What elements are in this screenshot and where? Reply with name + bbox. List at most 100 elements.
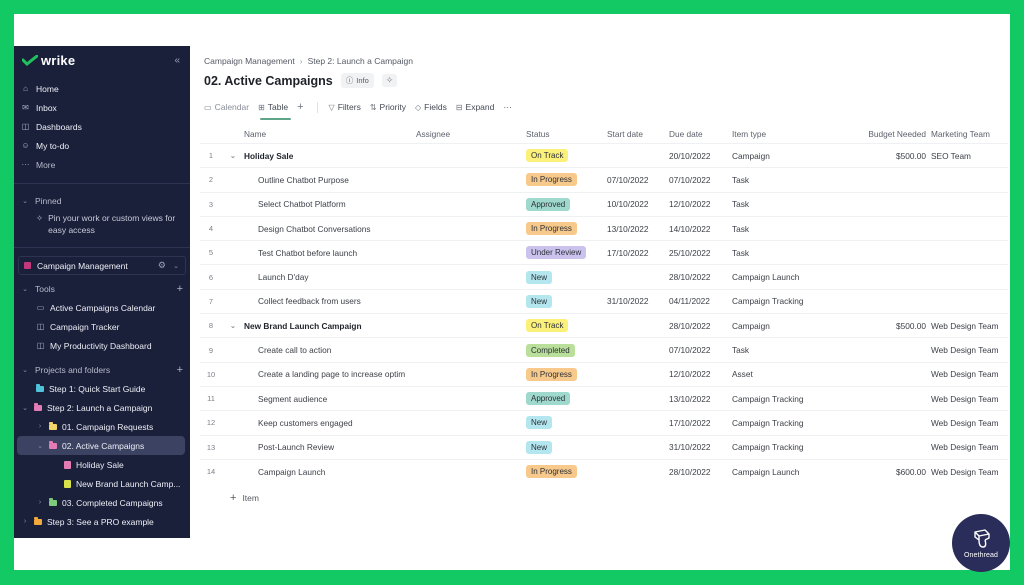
folder-campaign-requests[interactable]: › 01. Campaign Requests — [36, 417, 153, 436]
due-date-cell[interactable]: 17/10/2022 — [669, 418, 731, 428]
chevron-down-icon[interactable]: ⌄ — [230, 322, 236, 330]
table-row[interactable]: 14 Campaign Launch In Progress 28/10/2022 Ca… — [200, 458, 1008, 483]
status-cell[interactable]: New — [526, 416, 606, 430]
item-type-cell[interactable]: Task — [732, 345, 842, 355]
expand-button[interactable]: ⊟ Expand — [456, 102, 495, 112]
table-row[interactable]: 13 Post-Launch Review New 31/10/2022 Campaig… — [200, 434, 1008, 459]
due-date-cell[interactable]: 31/10/2022 — [669, 442, 731, 452]
due-date-cell[interactable]: 04/11/2022 — [669, 296, 731, 306]
status-cell[interactable]: Approved — [526, 197, 606, 211]
item-type-cell[interactable]: Asset — [732, 369, 842, 379]
budget-cell[interactable]: $600.00 — [842, 467, 926, 477]
item-name[interactable]: Design Chatbot Conversations — [230, 224, 408, 234]
item-type-cell[interactable]: Campaign — [732, 151, 842, 161]
status-badge[interactable]: On Track — [526, 149, 569, 163]
start-date-cell[interactable]: 13/10/2022 — [607, 224, 669, 234]
wrike-logo[interactable]: wrike — [22, 53, 75, 68]
due-date-cell[interactable]: 07/10/2022 — [669, 175, 731, 185]
item-name[interactable]: Launch D'day — [230, 272, 408, 282]
item-name[interactable]: ⌄ Holiday Sale — [230, 151, 408, 161]
status-cell[interactable]: Approved — [526, 392, 606, 406]
status-badge[interactable]: New — [526, 440, 553, 454]
status-cell[interactable]: In Progress — [526, 465, 606, 478]
item-name[interactable]: Create a landing page to increase optim — [230, 369, 408, 379]
status-cell[interactable]: In Progress — [526, 173, 606, 187]
item-type-cell[interactable]: Task — [732, 199, 842, 209]
item-name[interactable]: Select Chatbot Platform — [230, 199, 408, 209]
status-cell[interactable]: New — [526, 440, 606, 454]
table-row[interactable]: 3 Select Chatbot Platform Approved 10/10/20… — [200, 191, 1008, 216]
item-name[interactable]: Outline Chatbot Purpose — [230, 175, 408, 185]
start-date-cell[interactable]: 17/10/2022 — [607, 248, 669, 258]
folder-step-2[interactable]: ⌄ Step 2: Launch a Campaign — [21, 398, 152, 417]
marketing-team-cell[interactable]: Web Design Team — [931, 369, 1011, 379]
due-date-cell[interactable]: 20/10/2022 — [669, 151, 731, 161]
table-row[interactable]: 5 Test Chatbot before launch Under Review 1… — [200, 240, 1008, 264]
project-holiday-sale[interactable]: Holiday Sale — [64, 455, 124, 474]
priority-button[interactable]: ⇅ Priority — [370, 102, 406, 112]
nav-inbox[interactable]: ✉ Inbox — [14, 98, 190, 117]
folder-step-3[interactable]: › Step 3: See a PRO example — [21, 512, 154, 531]
item-name[interactable]: Collect feedback from users — [230, 296, 408, 306]
tool-active-campaigns-calendar[interactable]: ▭ Active Campaigns Calendar — [36, 298, 156, 317]
status-cell[interactable]: New — [526, 270, 606, 284]
due-date-cell[interactable]: 28/10/2022 — [669, 467, 731, 477]
chevron-right-icon[interactable]: › — [36, 499, 44, 506]
column-header-assignee[interactable]: Assignee — [416, 129, 516, 139]
due-date-cell[interactable]: 14/10/2022 — [669, 224, 731, 234]
item-name[interactable]: Test Chatbot before launch — [230, 248, 408, 258]
project-new-brand-launch[interactable]: New Brand Launch Camp... — [64, 474, 180, 493]
status-badge[interactable]: In Progress — [526, 173, 577, 187]
add-tool-icon[interactable]: + — [177, 283, 183, 295]
start-date-cell[interactable]: 10/10/2022 — [607, 199, 669, 209]
due-date-cell[interactable]: 28/10/2022 — [669, 321, 731, 331]
table-row[interactable]: 11 Segment audience Approved 13/10/2022 Camp… — [200, 385, 1011, 410]
folder-active-campaigns[interactable]: ⌄ 02. Active Campaigns — [17, 436, 185, 455]
column-header-start-date[interactable]: Start date — [607, 129, 669, 139]
filters-button[interactable]: ▽ Filters — [329, 102, 361, 112]
due-date-cell[interactable]: 12/10/2022 — [669, 199, 731, 209]
info-button[interactable]: ⓘ Info — [340, 73, 374, 88]
item-type-cell[interactable]: Task — [732, 248, 842, 258]
chevron-right-icon[interactable]: › — [21, 518, 29, 525]
breadcrumb-item[interactable]: Campaign Management — [204, 56, 295, 66]
column-header-status[interactable]: Status — [526, 129, 606, 139]
chevron-right-icon[interactable]: › — [36, 423, 44, 430]
marketing-team-cell[interactable]: Web Design Team — [931, 321, 1011, 331]
item-name[interactable]: Post-Launch Review — [230, 442, 408, 452]
nav-dashboards[interactable]: ◫ Dashboards — [14, 117, 190, 136]
status-badge[interactable]: Approved — [526, 197, 571, 211]
status-cell[interactable]: Completed — [526, 343, 606, 357]
due-date-cell[interactable]: 13/10/2022 — [669, 394, 731, 404]
item-name[interactable]: ⌄ New Brand Launch Campaign — [230, 321, 408, 331]
collapse-sidebar-icon[interactable]: « — [174, 55, 180, 66]
due-date-cell[interactable]: 25/10/2022 — [669, 248, 731, 258]
chevron-down-icon[interactable]: ⌄ — [36, 442, 44, 450]
add-project-icon[interactable]: + — [177, 364, 183, 376]
status-badge[interactable]: Under Review — [526, 246, 587, 260]
status-badge[interactable]: New — [526, 270, 553, 284]
due-date-cell[interactable]: 28/10/2022 — [669, 272, 731, 282]
due-date-cell[interactable]: 12/10/2022 — [669, 369, 731, 379]
due-date-cell[interactable]: 07/10/2022 — [669, 345, 731, 355]
budget-cell[interactable]: $500.00 — [842, 321, 926, 331]
status-badge[interactable]: In Progress — [526, 222, 577, 236]
marketing-team-cell[interactable]: SEO Team — [931, 151, 1011, 161]
tab-table[interactable]: ⊞ Table — [258, 102, 288, 112]
column-header-budget[interactable]: Budget Needed — [842, 129, 926, 139]
chevron-down-icon[interactable]: ⌄ — [21, 404, 29, 412]
fields-button[interactable]: ◇ Fields — [415, 102, 447, 112]
item-type-cell[interactable]: Campaign Launch — [732, 467, 842, 477]
item-name[interactable]: Segment audience — [230, 394, 408, 404]
marketing-team-cell[interactable]: Web Design Team — [931, 394, 1011, 404]
status-badge[interactable]: In Progress — [526, 465, 577, 478]
add-item-button[interactable]: + Item — [230, 492, 259, 504]
folder-completed-campaigns[interactable]: › 03. Completed Campaigns — [36, 493, 163, 512]
chevron-down-icon[interactable]: ⌄ — [172, 262, 180, 270]
start-date-cell[interactable]: 07/10/2022 — [607, 175, 669, 185]
more-options-button[interactable]: ··· — [503, 102, 512, 112]
table-row[interactable]: 1 ⌄ Holiday Sale On Track 20/10/2022 Campaign… — [200, 143, 1008, 167]
table-row[interactable]: 2 Outline Chatbot Purpose In Progress 07/10… — [200, 167, 1008, 191]
start-date-cell[interactable]: 31/10/2022 — [607, 296, 669, 306]
item-type-cell[interactable]: Task — [732, 175, 842, 185]
